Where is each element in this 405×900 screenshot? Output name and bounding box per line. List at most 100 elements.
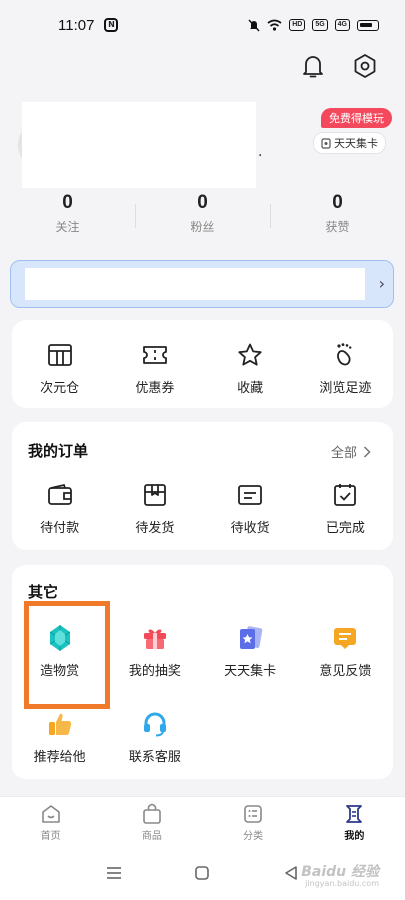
home-icon — [41, 805, 60, 823]
watermark-main: Baidu 经验 — [301, 864, 379, 880]
other-title: 其它 — [28, 583, 59, 601]
network-5g-indicator: 5G — [312, 19, 328, 31]
gift-icon — [140, 623, 170, 653]
other-services-row-2: 推荐给他 联系客服 — [12, 709, 393, 765]
tab-label: 我的 — [344, 831, 365, 842]
network-4g-indicator: 4G — [334, 19, 350, 31]
profile-stats: 0 关注 0 粉丝 0 获赞 — [0, 192, 405, 235]
service-label: 意见反馈 — [319, 664, 372, 679]
chevron-right-icon — [363, 445, 371, 458]
order-status-label: 已完成 — [325, 521, 365, 536]
quick-action-label: 收藏 — [237, 381, 264, 396]
banner-content-redacted — [25, 268, 365, 300]
service-recommend[interactable]: 推荐给他 — [12, 709, 107, 765]
order-status-row: 待付款 待发货 待收货 已完成 — [12, 480, 393, 536]
service-feedback[interactable]: 意见反馈 — [298, 623, 393, 679]
back-triangle-icon — [285, 866, 297, 880]
view-all-label: 全部 — [330, 446, 357, 461]
hd-indicator: HD — [289, 19, 306, 31]
stat-label: 粉丝 — [190, 220, 215, 234]
promo-banner[interactable]: › — [10, 260, 394, 308]
daily-cards-label: 天天集卡 — [334, 137, 378, 150]
tab-label: 商品 — [141, 831, 162, 842]
stat-likes[interactable]: 0 获赞 — [270, 192, 405, 235]
home-nav-button[interactable] — [187, 861, 217, 885]
star-icon — [235, 340, 265, 370]
orders-view-all[interactable]: 全部 — [331, 442, 371, 461]
feedback-icon — [330, 623, 360, 653]
square-icon — [195, 866, 210, 880]
check-box-icon — [330, 480, 360, 510]
free-model-badge[interactable]: 免费得模玩 — [321, 108, 392, 128]
cards-icon — [235, 623, 265, 653]
wifi-icon — [267, 19, 282, 31]
stat-value: 0 — [197, 192, 208, 213]
service-label: 推荐给他 — [33, 750, 86, 765]
bottom-tab-bar: 首页 商品 分类 我的 — [0, 796, 405, 846]
tab-category[interactable]: 分类 — [203, 797, 304, 846]
order-completed[interactable]: 已完成 — [298, 480, 393, 536]
quick-action-history[interactable]: 浏览足迹 — [298, 340, 393, 396]
quick-action-coupon[interactable]: 优惠券 — [107, 340, 202, 396]
bell-icon[interactable] — [299, 50, 327, 82]
tab-mine[interactable]: 我的 — [304, 797, 405, 846]
status-time: 11:07 — [58, 16, 95, 34]
thumbs-up-icon — [45, 709, 75, 739]
tab-label: 首页 — [40, 831, 61, 842]
watermark-sub: jingyan.baidu.com — [305, 879, 379, 888]
service-daily-cards[interactable]: 天天集卡 — [203, 623, 298, 679]
order-pending-payment[interactable]: 待付款 — [12, 480, 107, 536]
wallet-icon — [45, 480, 75, 510]
username-redacted — [22, 102, 256, 188]
status-icons: HD 5G 4G — [248, 19, 379, 32]
warehouse-icon — [45, 340, 75, 370]
stat-followers[interactable]: 0 粉丝 — [135, 192, 270, 235]
highlight-annotation — [24, 601, 110, 709]
order-pending-shipment[interactable]: 待发货 — [107, 480, 202, 536]
service-label: 联系客服 — [128, 750, 181, 765]
battery-icon — [357, 19, 379, 31]
card-small-icon — [321, 137, 331, 149]
quick-action-favorites[interactable]: 收藏 — [203, 340, 298, 396]
service-label: 我的抽奖 — [128, 664, 181, 679]
receive-icon — [235, 480, 265, 510]
service-label: 天天集卡 — [224, 664, 277, 679]
menu-nav-button[interactable] — [99, 861, 129, 885]
stat-value: 0 — [62, 192, 73, 213]
stat-following[interactable]: 0 关注 — [0, 192, 135, 235]
footprint-icon — [330, 340, 360, 370]
settings-icon[interactable] — [351, 50, 379, 82]
app-notification-icon: N — [104, 18, 119, 32]
status-bar: 11:07 N HD 5G 4G — [0, 0, 405, 50]
service-my-lottery[interactable]: 我的抽奖 — [107, 623, 202, 679]
baidu-watermark: Baidu 经验 jingyan.baidu.com — [301, 861, 379, 888]
stat-label: 关注 — [55, 220, 80, 234]
quick-action-label: 优惠券 — [135, 381, 175, 396]
order-status-label: 待付款 — [40, 521, 80, 536]
order-status-label: 待收货 — [230, 521, 270, 536]
profile-header: . 免费得模玩 天天集卡 — [18, 100, 392, 190]
orders-title: 我的订单 — [28, 442, 89, 460]
tab-label: 分类 — [243, 831, 264, 842]
menu-icon — [107, 867, 122, 879]
header-actions — [299, 50, 379, 82]
tab-home[interactable]: 首页 — [0, 797, 101, 846]
coupon-icon — [140, 340, 170, 370]
orders-card: 我的订单 全部 待付款 待发货 待收货 已完成 — [12, 422, 393, 550]
stat-label: 获赞 — [325, 220, 350, 234]
daily-cards-badge[interactable]: 天天集卡 — [313, 132, 386, 154]
mute-bell-icon — [248, 19, 260, 31]
order-pending-receipt[interactable]: 待收货 — [203, 480, 298, 536]
bag-icon — [143, 803, 161, 824]
profile-tab-icon — [346, 805, 363, 823]
quick-action-warehouse[interactable]: 次元仓 — [12, 340, 107, 396]
chevron-right-icon: › — [378, 274, 385, 293]
quick-actions-card: 次元仓 优惠券 收藏 浏览足迹 — [12, 320, 393, 408]
category-icon — [244, 805, 262, 823]
order-status-label: 待发货 — [135, 521, 175, 536]
service-customer-support[interactable]: 联系客服 — [107, 709, 202, 765]
quick-action-label: 次元仓 — [40, 381, 80, 396]
tab-products[interactable]: 商品 — [101, 797, 202, 846]
package-icon — [140, 480, 170, 510]
headset-icon — [140, 709, 170, 739]
